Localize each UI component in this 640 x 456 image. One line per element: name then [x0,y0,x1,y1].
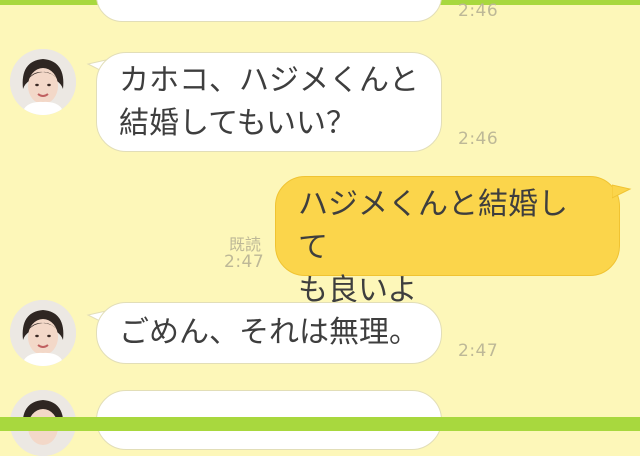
message-text-line: 結婚してもいい？ [119,106,356,141]
message-time: 2:47 [224,252,265,272]
message-time-partial: 2:46 [458,1,499,21]
bubble-tail [612,184,632,199]
message-bubble-2[interactable]: ハジメくんと結婚して も良いよ [275,176,620,308]
message-bubble-1[interactable]: カホコ、ハジメくんと 結婚してもいい？ [96,52,442,152]
user-avatar-icon [10,300,76,366]
bottom-edge-bar [0,417,640,431]
sender-avatar[interactable] [10,49,76,115]
message-text-line: ごめん、それは無理。 [119,315,419,350]
message-time: 2:46 [458,129,499,149]
message-bubble-3[interactable]: ごめん、それは無理。 [96,302,442,364]
message-text-line: ハジメくんと結婚して [298,187,568,265]
user-avatar-icon [10,49,76,115]
message-text-line: カホコ、ハジメくんと [119,63,419,98]
sender-avatar[interactable] [10,300,76,366]
partial-message-bubble-top[interactable] [96,0,442,22]
message-time: 2:47 [458,341,499,361]
